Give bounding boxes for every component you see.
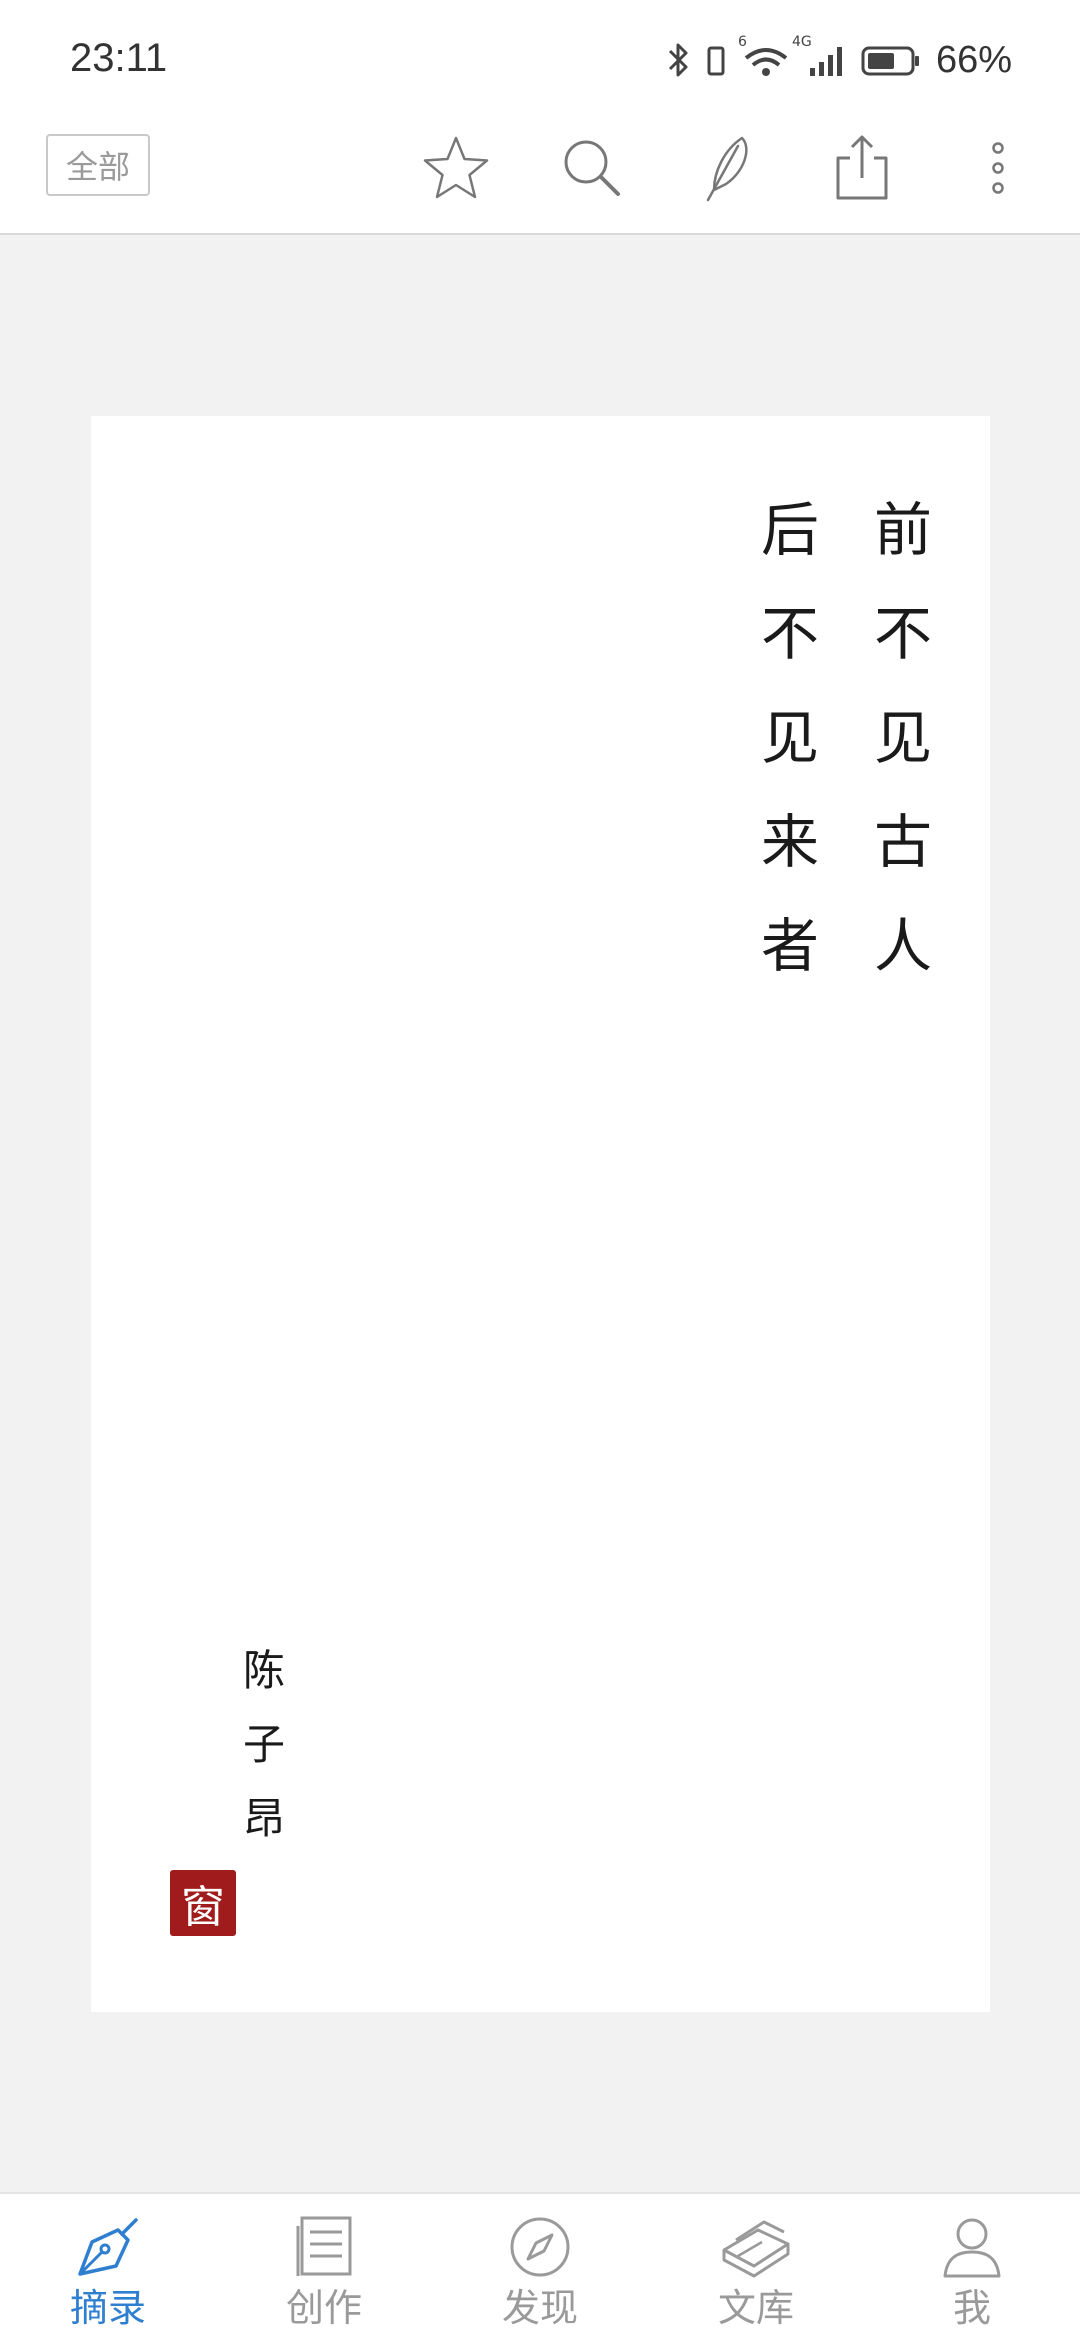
quote-card[interactable]: 前 不 见 古 人 后 不 见 来 者 陈 子 昂 窗 [91, 416, 990, 2012]
pen-nib-icon [70, 2210, 146, 2284]
nav-item-library[interactable]: 文库 [648, 2194, 864, 2342]
wifi-icon: 6 [738, 34, 792, 80]
author-char: 陈 [242, 1646, 285, 1695]
poem-char: 人 [873, 912, 932, 980]
poem-line-1: 前 不 见 古 人 [863, 478, 943, 998]
bottom-nav: 摘录 创作 发现 文库 我 [0, 2192, 1080, 2342]
nav-item-create[interactable]: 创作 [216, 2194, 432, 2342]
share-icon[interactable] [822, 128, 902, 208]
battery-icon [860, 40, 922, 80]
status-bar: 23:11 6 4G 66% [0, 0, 1080, 120]
search-icon[interactable] [552, 128, 632, 208]
battery-percent: 66% [935, 38, 1012, 81]
star-icon[interactable] [416, 128, 496, 208]
vibrate-icon [706, 40, 726, 80]
nav-label: 摘录 [69, 2286, 146, 2330]
network-type-badge: 4G [791, 34, 812, 50]
wifi-badge: 6 [737, 34, 747, 50]
compass-icon [507, 2210, 573, 2284]
filter-all-button[interactable]: 全部 [46, 134, 150, 196]
document-icon [294, 2210, 354, 2284]
bluetooth-icon [666, 40, 692, 80]
nav-item-discover[interactable]: 发现 [432, 2194, 648, 2342]
poem-line-2: 后 不 见 来 者 [750, 478, 830, 998]
poem-char: 前 [873, 496, 932, 564]
poem-char: 者 [760, 912, 819, 980]
author-name: 陈 子 昂 [232, 1634, 296, 1856]
poem-char: 见 [873, 704, 932, 772]
nav-item-excerpt[interactable]: 摘录 [0, 2194, 216, 2342]
poem-char: 来 [760, 808, 819, 876]
nav-label: 我 [952, 2286, 991, 2330]
poem-char: 不 [873, 600, 932, 668]
poem-char: 古 [873, 808, 932, 876]
poem-char: 见 [760, 704, 819, 772]
status-icons: 6 4G 66% [666, 30, 1012, 90]
nav-item-me[interactable]: 我 [864, 2194, 1080, 2342]
poem-char: 不 [760, 600, 819, 668]
nav-label: 文库 [717, 2286, 794, 2330]
author-char: 昂 [242, 1794, 285, 1843]
cellular-signal-icon: 4G [792, 34, 846, 80]
books-icon [718, 2210, 794, 2284]
author-char: 子 [242, 1720, 285, 1769]
toolbar: 全部 [0, 120, 1080, 235]
seal-stamp: 窗 [170, 1870, 236, 1936]
person-icon [939, 2210, 1005, 2284]
more-vertical-icon[interactable] [958, 128, 1038, 208]
status-time: 23:11 [70, 36, 168, 80]
poem-char: 后 [760, 496, 819, 564]
nav-label: 发现 [501, 2286, 578, 2330]
nav-label: 创作 [285, 2286, 362, 2330]
feather-pen-icon[interactable] [686, 128, 766, 208]
